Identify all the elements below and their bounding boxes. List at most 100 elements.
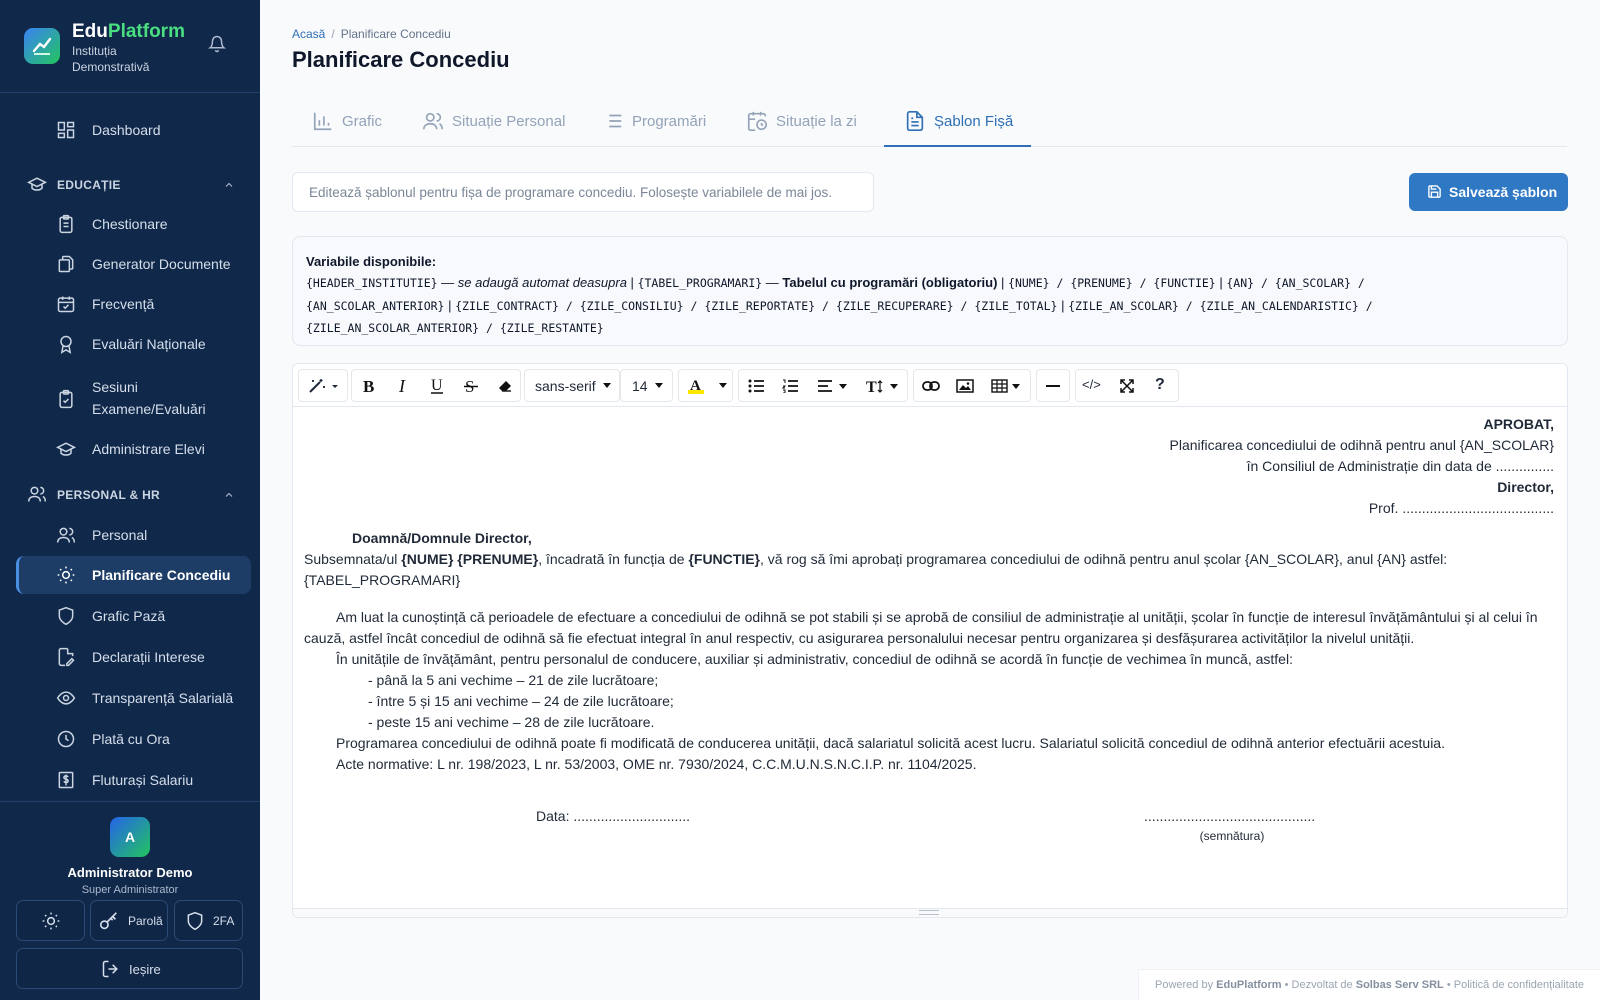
numbered-list-button[interactable]: [773, 370, 807, 401]
color-group: A: [678, 369, 733, 402]
text-style-dropdown-button[interactable]: T: [857, 370, 907, 401]
sidebar-item-personal[interactable]: Personal: [16, 516, 251, 554]
italic-icon: I: [398, 378, 406, 394]
rich-text-editor[interactable]: B I U S sans-serif 14 A T: [292, 363, 1568, 918]
list-icon: [602, 110, 624, 137]
editor-resize-handle[interactable]: [293, 908, 1567, 917]
variables-line: {HEADER_INSTITUTIE} — se adaugă automat …: [306, 272, 1554, 295]
variable-token: {AN} / {AN_SCOLAR} /: [1226, 276, 1365, 290]
dashboard-icon: [56, 120, 76, 140]
highlight-color-button[interactable]: A: [679, 370, 713, 401]
bold-icon: B: [363, 378, 374, 394]
sidebar-item-grafic-paza[interactable]: Grafic Pază: [16, 597, 251, 635]
tab-programari[interactable]: Programări: [582, 98, 726, 147]
sidebar-item-administrare-elevi[interactable]: Administrare Elevi: [16, 430, 251, 468]
underline-button[interactable]: U: [420, 370, 454, 401]
template-description-input[interactable]: [293, 173, 873, 211]
font-family-select[interactable]: sans-serif: [524, 369, 620, 402]
tab-situatie-personal[interactable]: Situație Personal: [402, 98, 582, 147]
doc-bullet: - între 5 și 15 ani vechime – 24 de zile…: [368, 693, 674, 709]
theme-toggle-button[interactable]: [16, 900, 85, 941]
horizontal-rule-button[interactable]: [1037, 370, 1069, 401]
doc-paragraph: cauză, astfel încât concediul de odihnă …: [304, 630, 1415, 646]
sidebar-item-generator-documente[interactable]: Generator Documente: [16, 245, 251, 283]
sun-icon: [56, 565, 76, 585]
breadcrumb-home[interactable]: Acasă: [292, 27, 325, 41]
documents-icon: [56, 254, 76, 274]
doc-signature-label: (semnătura): [1199, 829, 1265, 843]
editor-toolbar: B I U S sans-serif 14 A T: [293, 364, 1567, 407]
sidebar-item-fluturasi-salariu[interactable]: Fluturași Salariu: [16, 761, 251, 799]
clock-icon: [56, 729, 76, 749]
insert-link-button[interactable]: [914, 370, 948, 401]
grip-icon: [919, 910, 939, 915]
sidebar-item-plata-cu-ora[interactable]: Plată cu Ora: [16, 720, 251, 758]
sidebar-item-planificare-concediu[interactable]: Planificare Concediu: [16, 556, 251, 594]
breadcrumb: Acasă / Planificare Concediu: [292, 27, 451, 41]
svg-text:U: U: [431, 377, 443, 394]
user-name: Administrator Demo: [67, 865, 193, 880]
code-view-button[interactable]: </>: [1076, 370, 1110, 401]
doc-paragraph: Programarea concediului de odihnă poate …: [336, 735, 1445, 751]
color-dropdown-button[interactable]: [713, 370, 732, 401]
italic-button[interactable]: I: [386, 370, 420, 401]
text-height-icon: T: [866, 379, 898, 394]
variables-heading: Variabile disponibile:: [306, 254, 437, 269]
tab-sablon-fisa[interactable]: Șablon Fișă: [884, 98, 1031, 147]
eye-icon: [56, 688, 76, 708]
password-button[interactable]: Parolă: [90, 900, 168, 941]
chevron-up-icon: [223, 178, 235, 196]
app-logo[interactable]: [24, 28, 60, 64]
sidebar-item-frecventa[interactable]: Frecvență: [16, 285, 251, 323]
magic-style-button[interactable]: [299, 370, 347, 401]
logout-button[interactable]: Ieșire: [16, 948, 243, 989]
insert-image-button[interactable]: [948, 370, 982, 401]
strikethrough-button[interactable]: S: [454, 370, 488, 401]
doc-prof: Prof. ..................................…: [1368, 500, 1554, 516]
variable-text: |: [1215, 275, 1227, 290]
file-edit-icon: [56, 647, 76, 667]
variable-token: {TABEL_PROGRAMARI}: [637, 276, 763, 290]
footer-developer-link[interactable]: Solbas Serv SRL: [1356, 979, 1444, 991]
bold-button[interactable]: B: [352, 370, 386, 401]
user-role: Super Administrator: [81, 884, 179, 896]
clear-format-button[interactable]: [488, 370, 522, 401]
doc-approved-line: în Consiliul de Administrație din data d…: [1246, 458, 1554, 474]
help-icon: ?: [1155, 376, 1165, 393]
sidebar-item-transparenta-salariala[interactable]: Transparență Salarială: [16, 679, 251, 717]
sidebar-item-declaratii-interese[interactable]: Declarații Interese: [16, 638, 251, 676]
font-size-select[interactable]: 14: [620, 369, 673, 402]
sidebar-item-chestionare[interactable]: Chestionare: [16, 205, 251, 243]
align-dropdown-button[interactable]: [807, 370, 857, 401]
section-personal-hr[interactable]: PERSONAL & HR: [16, 479, 251, 509]
privacy-policy-link[interactable]: • Politică de confidențialitate: [1444, 979, 1584, 991]
help-button[interactable]: ?: [1144, 370, 1178, 401]
insert-table-button[interactable]: [982, 370, 1030, 401]
shield-icon: [56, 606, 76, 626]
doc-bullet: - peste 15 ani vechime – 28 de zile lucr…: [368, 714, 655, 730]
footer-brand-link[interactable]: EduPlatform: [1216, 979, 1281, 991]
save-template-button[interactable]: Salvează șablon: [1409, 173, 1568, 211]
sidebar-item-dashboard[interactable]: Dashboard: [16, 111, 251, 149]
twofa-button[interactable]: 2FA: [174, 900, 243, 941]
template-description-field[interactable]: [292, 172, 874, 212]
bell-icon[interactable]: [207, 35, 227, 58]
tab-grafic[interactable]: Grafic: [292, 98, 402, 147]
calendar-clock-icon: [746, 110, 768, 137]
chevron-up-icon: [223, 488, 235, 506]
caret-down-icon: [603, 383, 611, 388]
doc-request: Subsemnata/ul {NUME} {PRENUME}, încadrat…: [304, 551, 1448, 567]
file-text-icon: [904, 110, 926, 137]
sidebar-item-evaluari-nationale[interactable]: Evaluări Naționale: [16, 325, 251, 363]
variable-text: —: [437, 275, 458, 290]
tab-situatie-la-zi[interactable]: Situație la zi: [726, 98, 874, 147]
variable-token: {NUME} / {PRENUME} / {FUNCTIE}: [1008, 276, 1216, 290]
bullet-list-button[interactable]: [739, 370, 773, 401]
fullscreen-button[interactable]: [1110, 370, 1144, 401]
sidebar-item-sesiuni-examene[interactable]: Sesiuni Examene/Evaluări: [16, 375, 251, 425]
doc-paragraph: Acte normative: L nr. 198/2023, L nr. 53…: [336, 756, 977, 772]
variable-text: se adaugă automat deasupra: [457, 275, 627, 290]
avatar[interactable]: A: [110, 817, 150, 857]
bullet-list-icon: [748, 379, 764, 392]
section-education[interactable]: EDUCAȚIE: [16, 169, 251, 199]
